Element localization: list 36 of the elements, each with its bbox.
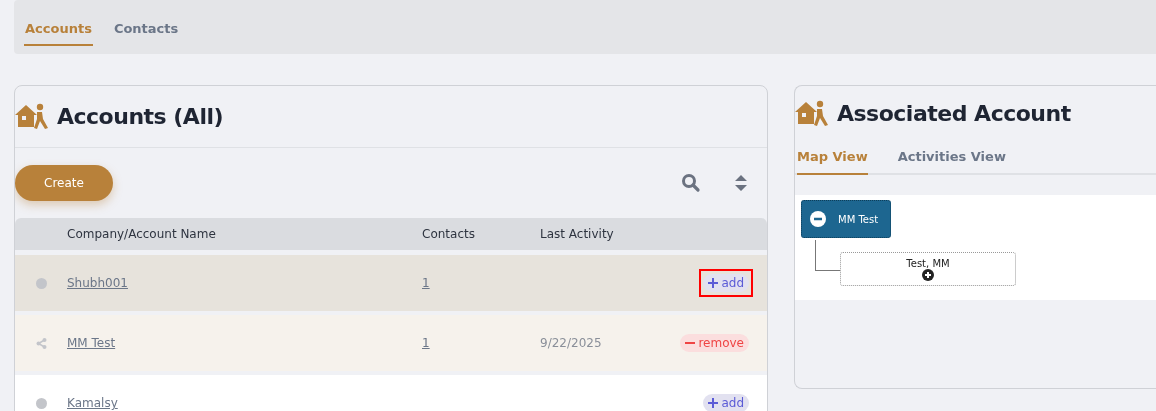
plus-icon	[708, 398, 719, 408]
panel-title: Accounts (All)	[57, 104, 224, 129]
table-row[interactable]: MM Test 1 9/22/2025 remove	[15, 315, 767, 371]
account-link[interactable]: MM Test	[67, 336, 116, 350]
contacts-count-link[interactable]: 1	[422, 276, 430, 290]
table-row[interactable]: Kamalsy add	[15, 375, 767, 411]
last-activity-date: 9/22/2025	[540, 336, 602, 350]
contacts-count-link[interactable]: 1	[422, 336, 430, 350]
column-header: Contacts	[422, 227, 476, 241]
panel-title: Associated Account	[837, 101, 1071, 126]
account-link[interactable]: Kamalsy	[67, 396, 118, 410]
expand-icon[interactable]	[922, 268, 934, 281]
view-tab[interactable]: Map View	[797, 141, 868, 175]
search-icon[interactable]	[681, 173, 701, 193]
share-icon	[35, 337, 47, 349]
status-dot-icon	[35, 397, 47, 409]
column-header: Last Activity	[540, 227, 615, 241]
view-tab[interactable]: Activities View	[897, 141, 1006, 175]
nav-tab[interactable]: Accounts	[24, 12, 93, 46]
house-person-icon	[15, 101, 49, 132]
plus-icon	[708, 278, 719, 288]
house-person-icon	[795, 98, 829, 129]
add-button[interactable]: add	[703, 274, 749, 292]
table-row[interactable]: Shubh001 1 add	[15, 255, 767, 311]
root-node[interactable]: MM Test	[801, 200, 891, 238]
create-button[interactable]: Create	[15, 165, 113, 201]
remove-button[interactable]: remove	[680, 334, 749, 352]
connector-line	[815, 240, 840, 271]
column-header: Company/Account Name	[67, 227, 217, 241]
nav-tab[interactable]: Contacts	[112, 12, 180, 46]
account-link[interactable]: Shubh001	[67, 276, 128, 290]
child-node[interactable]: Test, MM	[840, 252, 1016, 286]
collapse-icon[interactable]	[810, 211, 826, 227]
sort-icon[interactable]	[735, 175, 747, 191]
add-button[interactable]: add	[703, 394, 749, 411]
status-dot-icon	[35, 277, 47, 289]
